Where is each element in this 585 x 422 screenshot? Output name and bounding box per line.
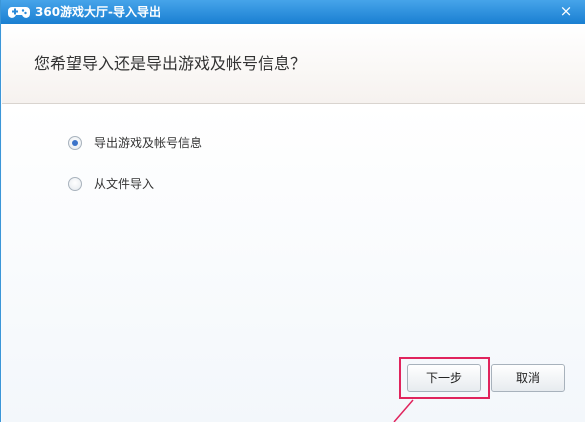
annotation-arrow-line	[393, 399, 414, 422]
question-text: 您希望导入还是导出游戏及帐号信息？	[34, 54, 307, 73]
option-export-label: 导出游戏及帐号信息	[94, 136, 203, 150]
close-icon[interactable]: ×	[558, 3, 574, 19]
gamepad-icon	[8, 7, 30, 18]
radio-selected-dot	[72, 140, 78, 146]
dialog-header: 您希望导入还是导出游戏及帐号信息？	[2, 24, 585, 104]
radio-import[interactable]	[68, 177, 82, 191]
option-import-label: 从文件导入	[94, 177, 155, 191]
title-bar[interactable]: 360游戏大厅-导入导出 ×	[1, 0, 585, 24]
cancel-button[interactable]: 取消	[491, 364, 565, 392]
radio-export[interactable]	[68, 136, 82, 150]
dialog-window: 360游戏大厅-导入导出 × 您希望导入还是导出游戏及帐号信息？ 导出游戏及帐号…	[0, 0, 585, 422]
annotation-highlight-box	[399, 357, 490, 399]
window-title: 360游戏大厅-导入导出	[35, 5, 162, 19]
